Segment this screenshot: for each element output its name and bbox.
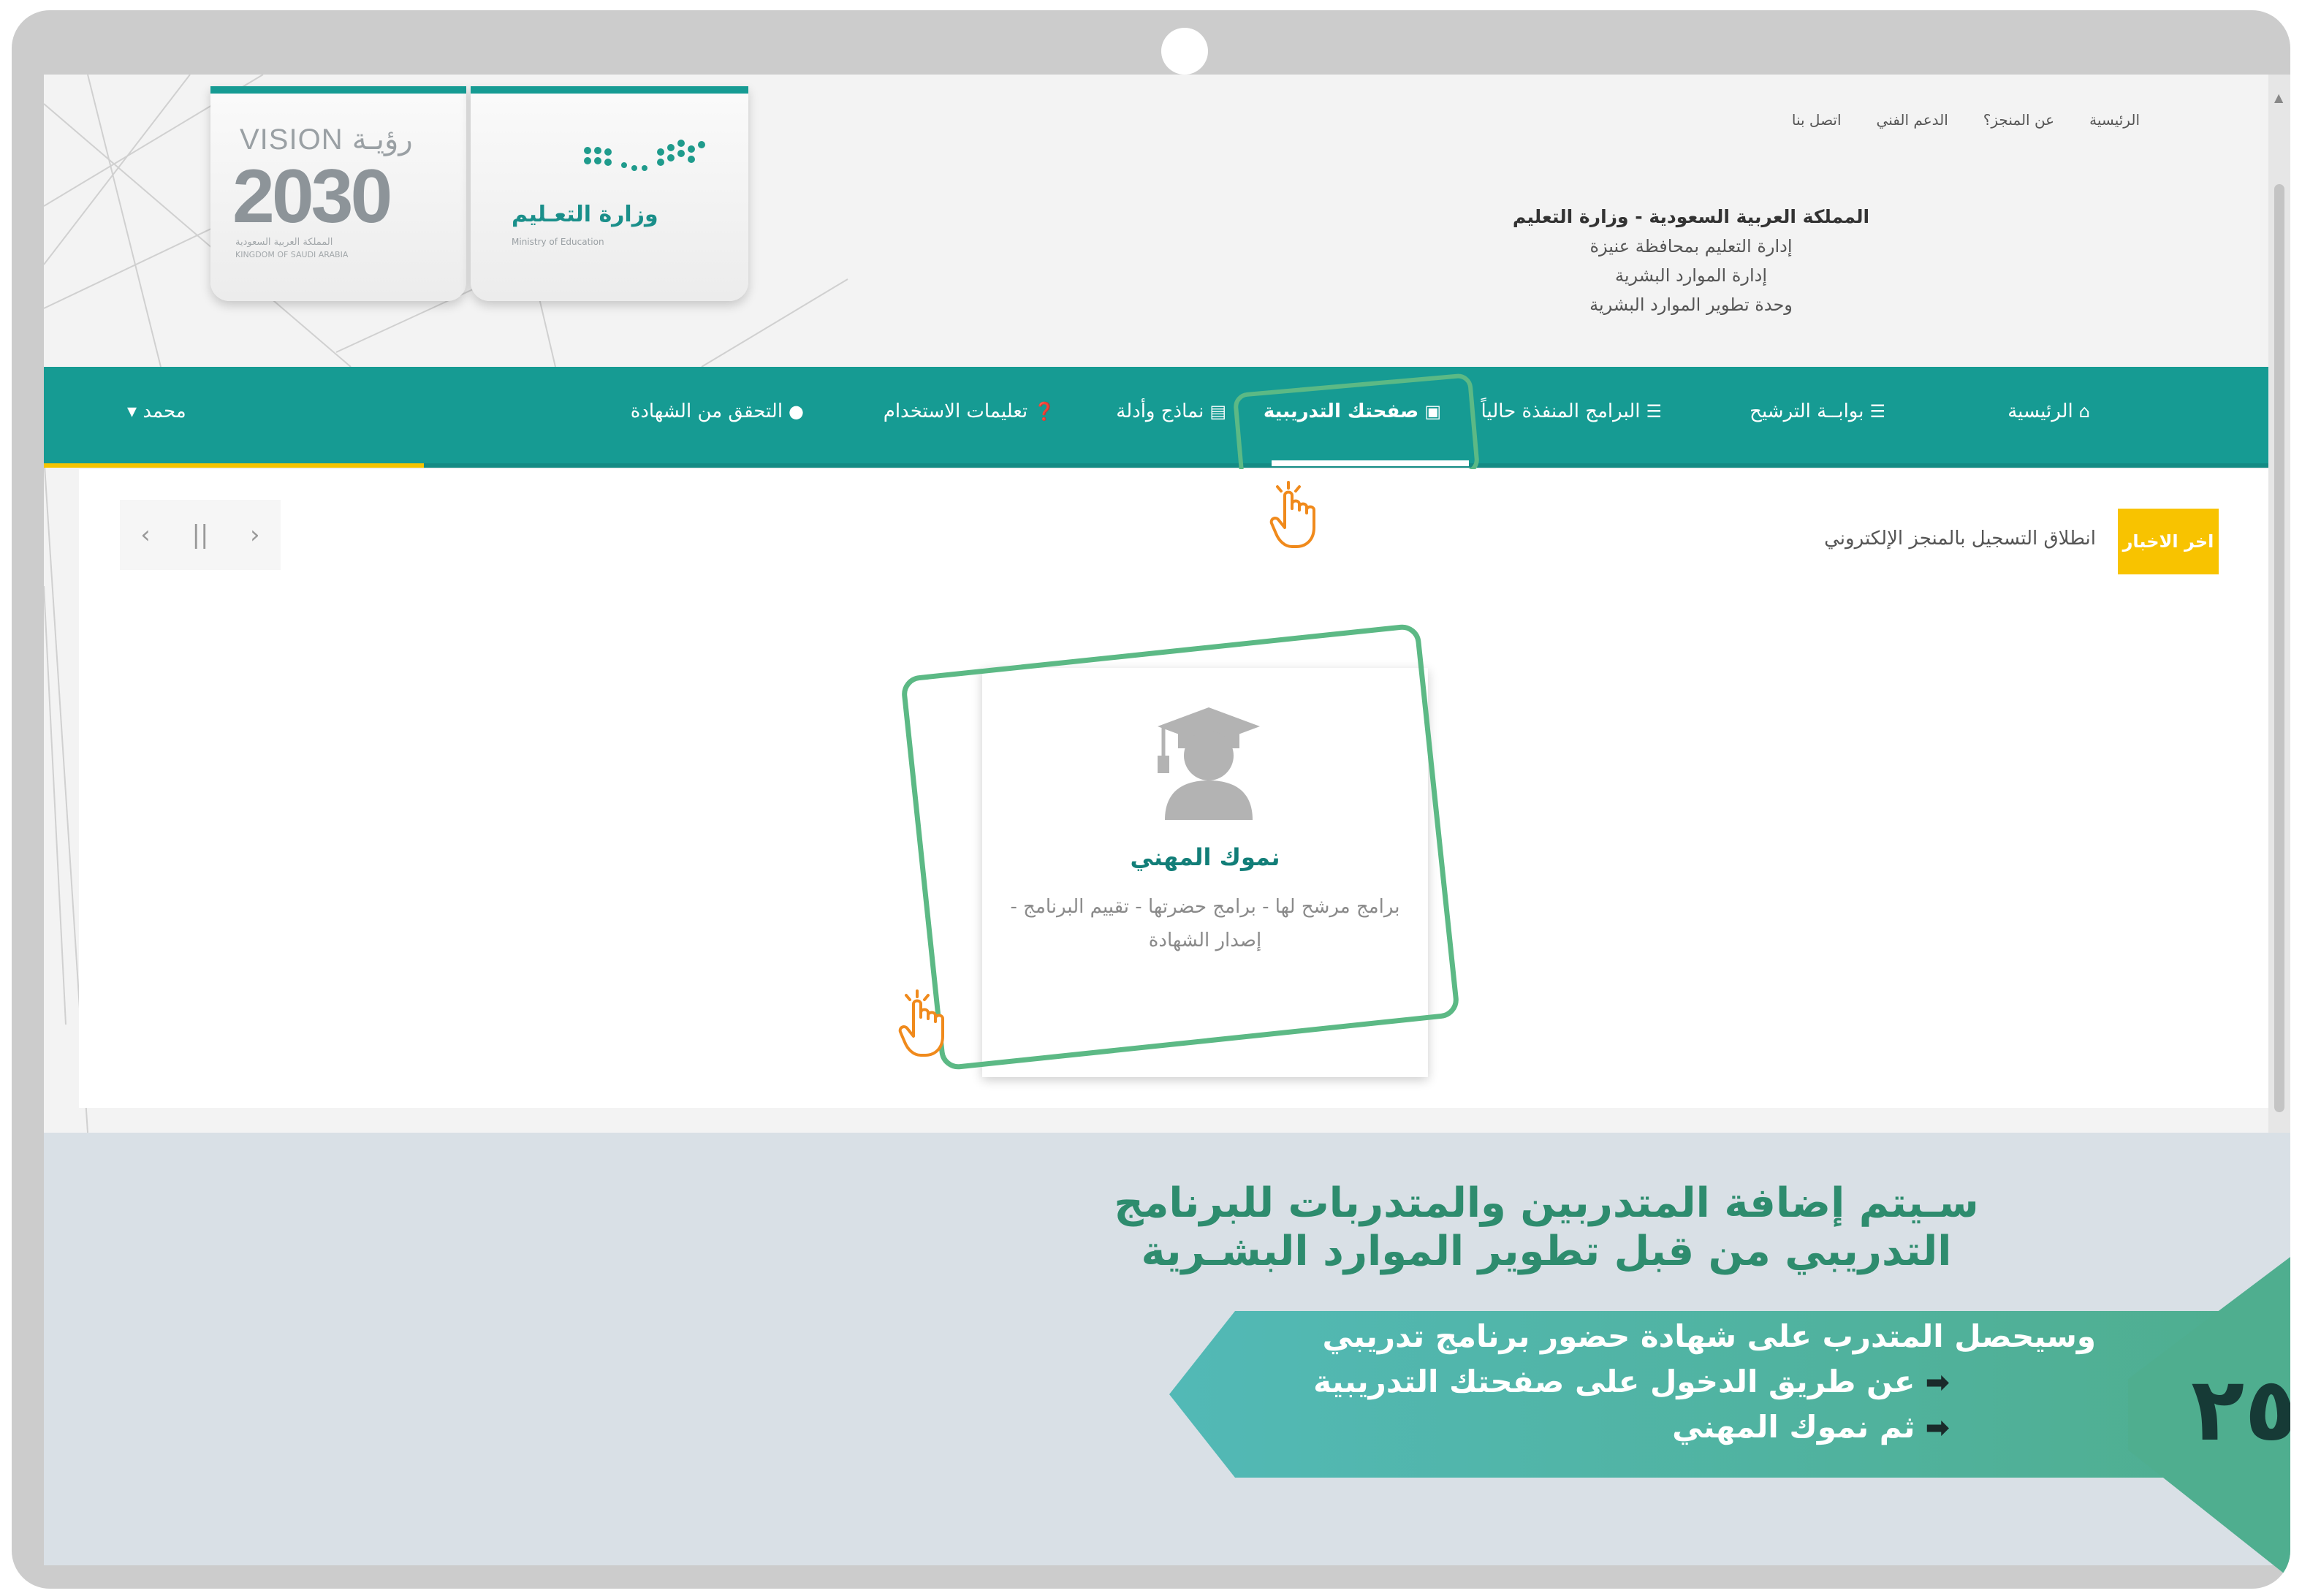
ministry-logo: وزارة التعـليم Ministry of Education — [471, 86, 748, 301]
nav-item-forms[interactable]: ▤نماذج وأدلة — [1116, 400, 1226, 422]
info-headline: سـيتم إضافة المتدربين والمتدربات للبرنام… — [1071, 1179, 2021, 1276]
ministry-name-en: Ministry of Education — [512, 237, 604, 247]
list-icon: ☰ — [1869, 401, 1885, 422]
top-link-about[interactable]: عن المنجز؟ — [1983, 111, 2054, 129]
vision-number: 2030 — [232, 154, 392, 239]
top-link-home[interactable]: الرئيسية — [2089, 111, 2140, 129]
organization-info: المملكة العربية السعودية - وزارة التعليم… — [1486, 206, 1896, 324]
step-number: ٢٥ — [2191, 1359, 2290, 1461]
news-pause-button[interactable]: || — [192, 520, 209, 550]
certificate-icon: ● — [789, 401, 804, 422]
nav-item-current-programs[interactable]: ☰البرامج المنفذة حالياً — [1481, 400, 1662, 422]
info-panel: سـيتم إضافة المتدربين والمتدربات للبرنام… — [44, 1133, 2290, 1578]
vision-label: VISION رؤيـة — [240, 123, 413, 156]
ribbon-line-3: ➡ثم نموك المهني — [1672, 1409, 1950, 1445]
nav-accent-strip — [44, 463, 424, 468]
org-line-3: إدارة الموارد البشرية — [1614, 265, 1768, 286]
top-link-support[interactable]: الدعم الفني — [1877, 111, 1948, 129]
vision-sub-en: KINGDOM OF SAUDI ARABIA — [235, 250, 349, 259]
top-links: الرئيسية عن المنجز؟ الدعم الفني اتصل بنا — [1792, 111, 2140, 129]
org-line-4: وحدة تطوير الموارد البشرية — [1589, 294, 1793, 315]
nav-item-verify-certificate[interactable]: ●التحقق من الشهادة — [631, 400, 804, 422]
browser-screen: VISION رؤيـة 2030 المملكة العربية السعود… — [44, 75, 2290, 1133]
info-headline-line-2: التدريبي من قبل تطوير الموارد البشـرية — [1141, 1228, 1952, 1275]
camera-dot — [1161, 28, 1208, 75]
arrow-icon: ➡ — [1925, 1411, 1950, 1445]
help-icon: ❓ — [1033, 401, 1055, 422]
main-nav: ⌂الرئيسية ☰بوابــة الترشيح ☰البرامج المن… — [44, 367, 2268, 468]
scrollbar-thumb[interactable] — [2274, 184, 2284, 1112]
device-frame: VISION رؤيـة 2030 المملكة العربية السعود… — [12, 10, 2290, 1589]
ministry-name: وزارة التعـليم — [512, 202, 658, 227]
ribbon-line-1: وسيحصل المتدرب على شهادة حضور برنامج تدر… — [1322, 1318, 2096, 1354]
org-line-2: إدارة التعليم بمحافظة عنيزة — [1589, 236, 1793, 256]
home-icon: ⌂ — [2078, 401, 2090, 422]
scroll-up-icon[interactable]: ▲ — [2274, 91, 2283, 104]
news-next-button[interactable]: › — [250, 520, 260, 550]
top-link-contact[interactable]: اتصل بنا — [1792, 111, 1842, 129]
info-headline-line-1: سـيتم إضافة المتدربين والمتدربات للبرنام… — [1114, 1179, 1979, 1227]
ministry-emblem-icon — [584, 140, 705, 171]
highlight-box-card — [900, 623, 1461, 1071]
news-badge: اخر الاخبار — [2118, 509, 2219, 574]
file-icon: ▤ — [1209, 401, 1226, 422]
pointer-hand-icon — [1269, 481, 1315, 548]
nav-item-home[interactable]: ⌂الرئيسية — [2007, 400, 2090, 422]
org-line-1: المملكة العربية السعودية - وزارة التعليم — [1512, 206, 1870, 227]
vision-sub-ar: المملكة العربية السعودية — [235, 237, 333, 248]
nav-item-nomination[interactable]: ☰بوابــة الترشيح — [1750, 400, 1885, 422]
ribbon-line-2: ➡عن طريق الدخول على صفحتك التدريبية — [1313, 1364, 1950, 1399]
news-prev-button[interactable]: ‹ — [140, 520, 151, 550]
news-ticker[interactable]: انطلاق التسجيل بالمنجز الإلكتروني — [1824, 528, 2096, 550]
arrow-icon: ➡ — [1925, 1366, 1950, 1399]
vision-2030-logo: VISION رؤيـة 2030 المملكة العربية السعود… — [210, 86, 466, 301]
user-menu[interactable]: محمد ▾ — [127, 400, 186, 422]
nav-item-instructions[interactable]: ❓تعليمات الاستخدام — [884, 400, 1055, 422]
page-scrollbar[interactable]: ▲ — [2268, 75, 2290, 1133]
list-icon: ☰ — [1646, 401, 1662, 422]
pointer-hand-icon — [898, 989, 944, 1057]
news-controls: ‹ || › — [120, 500, 281, 570]
